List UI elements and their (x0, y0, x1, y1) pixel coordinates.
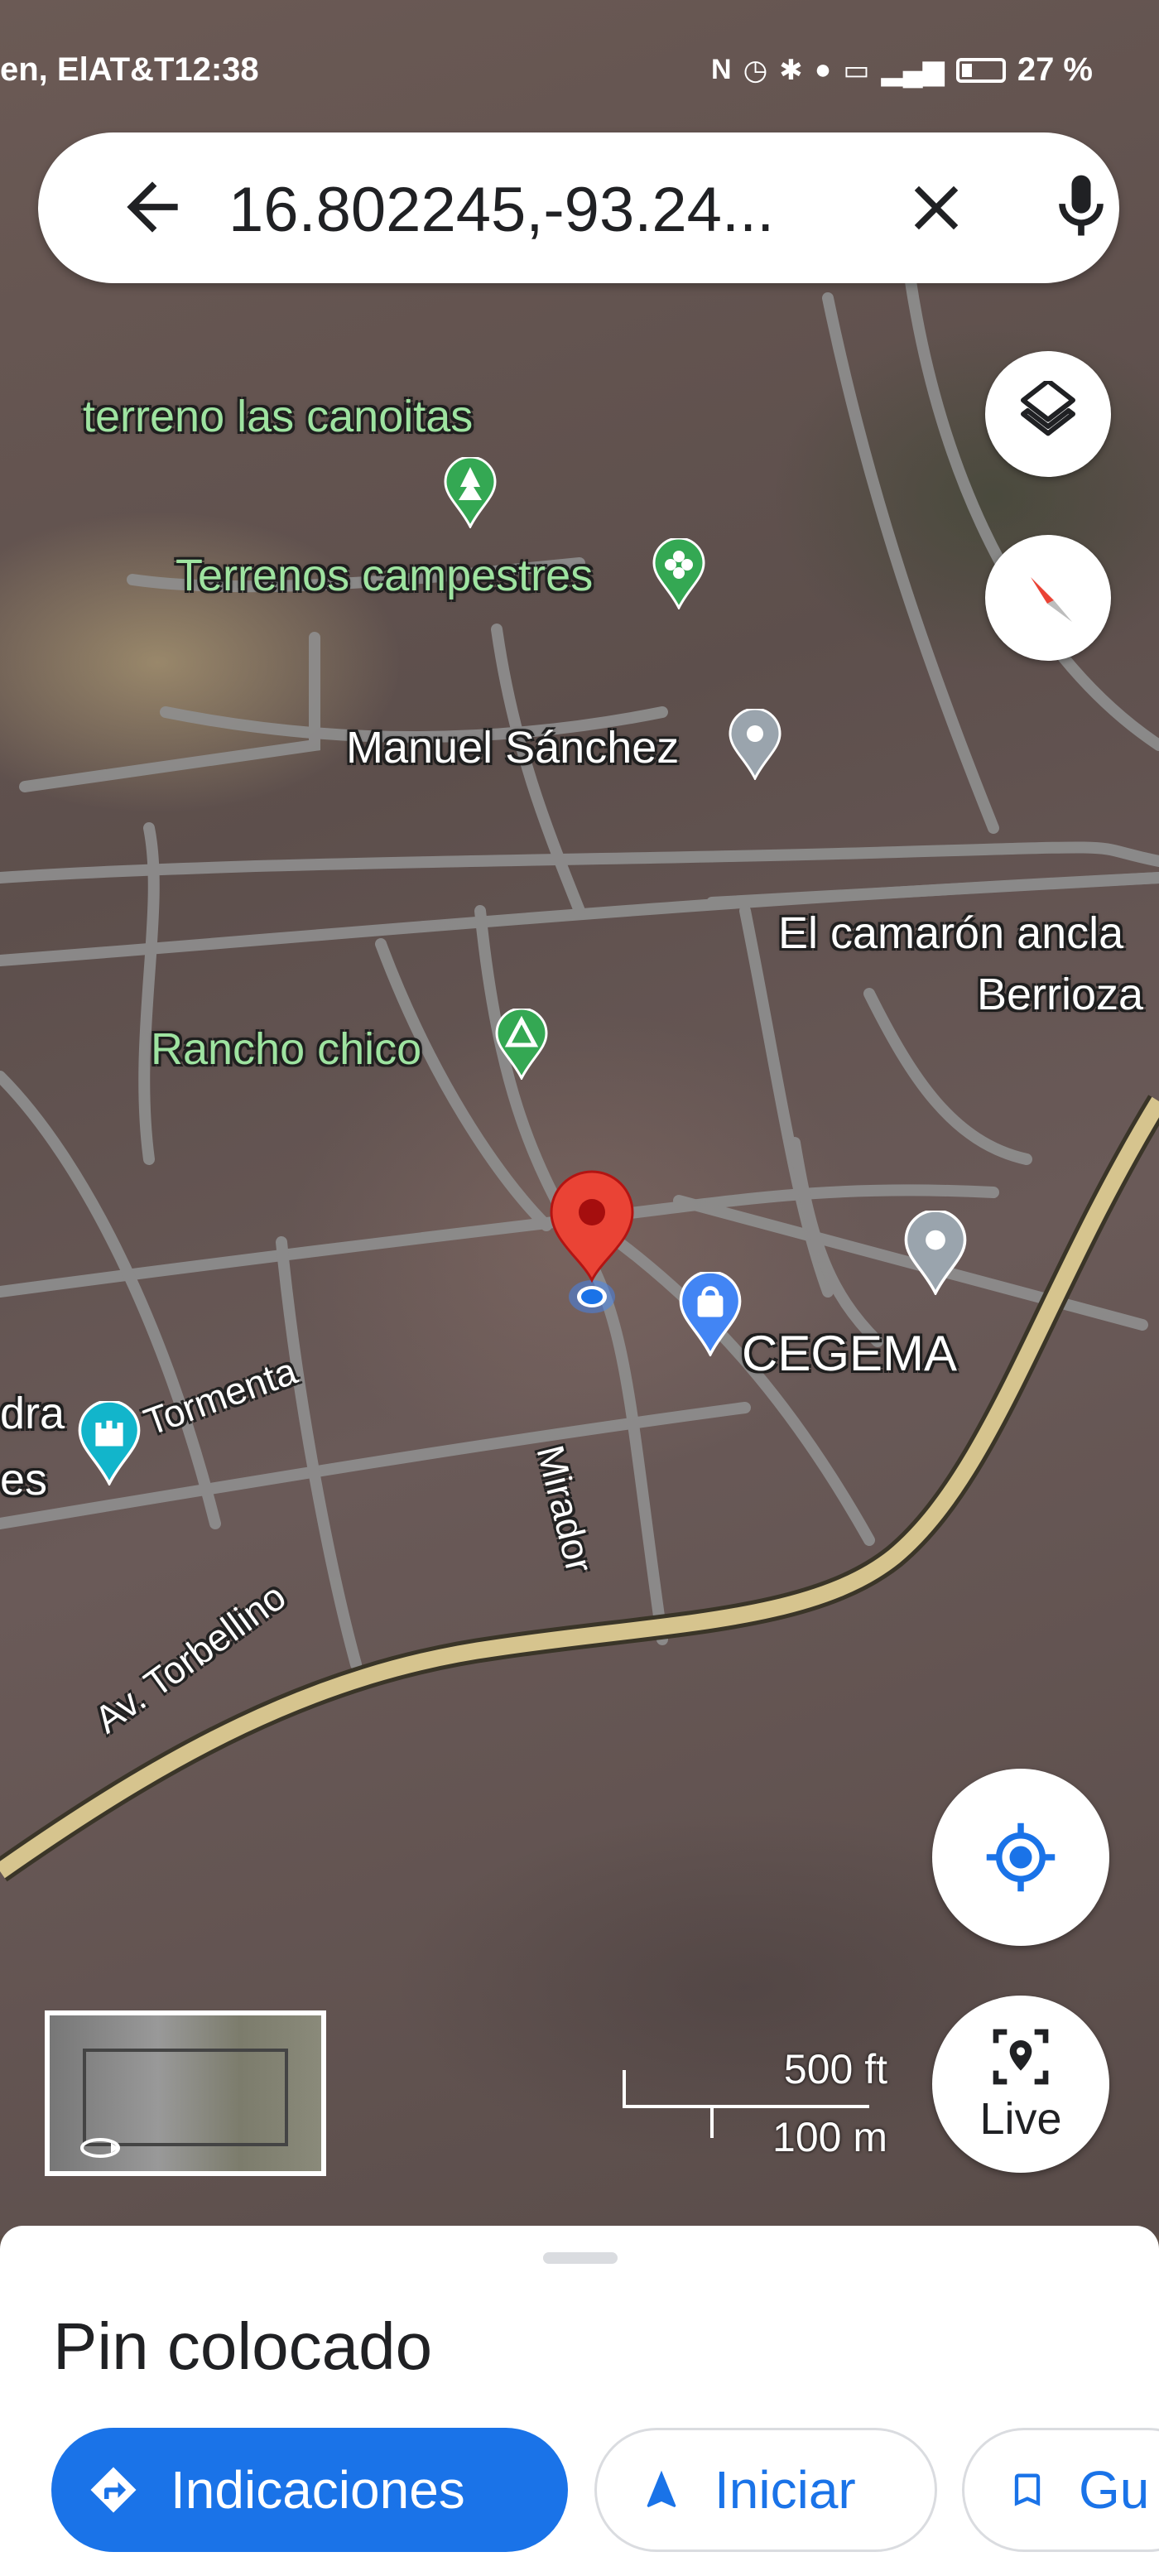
scale-feet: 500 ft (783, 2046, 887, 2092)
directions-label: Indicaciones (171, 2460, 465, 2520)
live-view-button[interactable]: Live (932, 1996, 1109, 2173)
drag-handle[interactable] (543, 2252, 618, 2264)
live-label: Live (979, 2094, 1062, 2144)
alarm-icon: ◷ (743, 54, 768, 86)
rotate-360-icon (80, 2138, 120, 2158)
poi-label-berrioza[interactable]: Berrioza (977, 969, 1143, 1020)
save-label: Gu (1079, 2460, 1150, 2520)
directions-button[interactable]: Indicaciones (51, 2428, 568, 2552)
poi-label-terrenos-campestres[interactable]: Terrenos campestres (176, 550, 593, 601)
search-query[interactable]: 16.802245,-93.24... (228, 174, 858, 246)
bookmark-icon (1006, 2465, 1049, 2515)
nfc-icon: N (711, 54, 732, 85)
bluetooth-icon: ✱ (779, 54, 803, 86)
status-carrier-time: en, ElAT&T12:38 (0, 51, 259, 88)
layers-button[interactable] (985, 351, 1111, 477)
my-location-button[interactable] (932, 1769, 1109, 1946)
signal-icon: ▂▄▆ (881, 54, 945, 86)
poi-label-dra[interactable]: dra (0, 1388, 65, 1439)
layers-icon (1021, 381, 1075, 436)
live-view-icon (993, 2029, 1049, 2085)
start-button[interactable]: Iniciar (594, 2428, 937, 2552)
poi-label-rancho-chico[interactable]: Rancho chico (151, 1023, 421, 1075)
map-scale: 500 ft 100 m (613, 2045, 894, 2161)
poi-label-es[interactable]: es (0, 1454, 47, 1505)
save-button[interactable]: Gu (962, 2428, 1159, 2552)
compass-button[interactable] (985, 535, 1111, 661)
scale-meters: 100 m (772, 2114, 887, 2160)
battery-icon (955, 57, 1006, 83)
volte-icon: ▭ (843, 54, 870, 86)
compass-icon (1031, 577, 1072, 622)
mic-icon[interactable] (1043, 166, 1119, 248)
battery-percent: 27 % (1017, 51, 1093, 88)
status-icons: N ◷ ✱ ● ▭ ▂▄▆ 27 % (711, 51, 1093, 89)
directions-icon (86, 2463, 141, 2517)
street-view-thumbnail[interactable] (45, 2010, 326, 2176)
navigation-arrow-icon (638, 2465, 685, 2515)
place-bottom-sheet[interactable]: Pin colocado Indicaciones Iniciar Gu (0, 2226, 1159, 2576)
poi-label-manuel-sanchez[interactable]: Manuel Sánchez (346, 722, 679, 773)
status-bar: en, ElAT&T12:38 N ◷ ✱ ● ▭ ▂▄▆ 27 % (0, 0, 1159, 141)
search-bar[interactable]: 16.802245,-93.24... (38, 132, 1119, 283)
close-icon[interactable] (899, 171, 974, 245)
location-icon: ● (814, 54, 832, 85)
my-location-icon (986, 1822, 1056, 1892)
poi-label-terreno-las-canoitas[interactable]: terreno las canoitas (83, 391, 473, 442)
poi-label-el-camaron-ancla[interactable]: El camarón ancla (778, 908, 1123, 959)
poi-label-cegema[interactable]: CEGEMA (742, 1325, 957, 1382)
start-label: Iniciar (714, 2460, 856, 2520)
arrow-back-icon[interactable] (114, 169, 190, 245)
place-title: Pin colocado (53, 2309, 433, 2383)
